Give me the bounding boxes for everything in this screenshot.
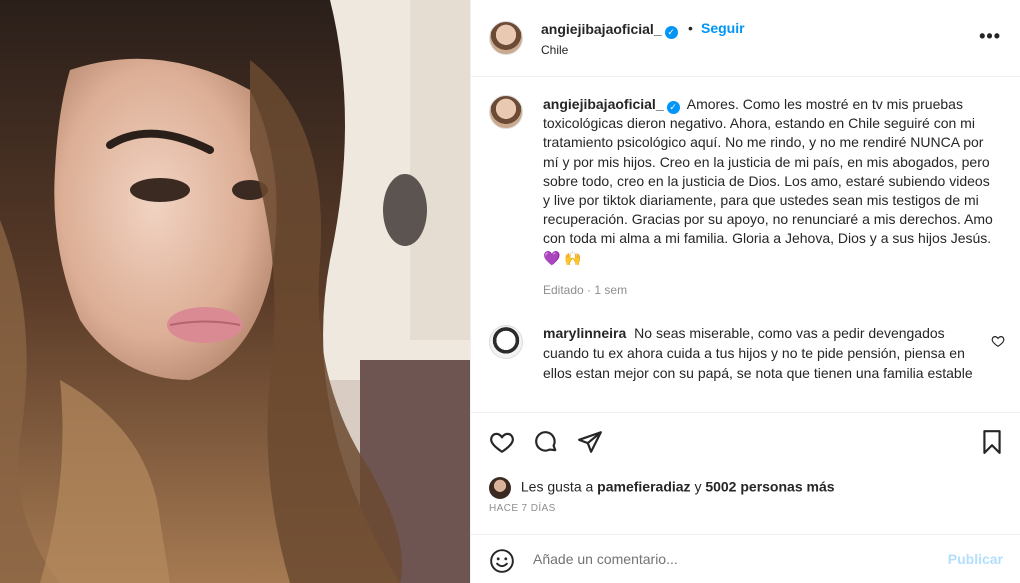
purple-heart-icon: 💜	[543, 249, 561, 266]
comment-like-heart-icon[interactable]	[991, 334, 1005, 348]
caption-age[interactable]: 1 sem	[594, 283, 627, 297]
verified-badge-icon: ✓	[664, 26, 678, 39]
author-username-text[interactable]: angiejibajaoficial_	[541, 21, 662, 37]
post-caption: angiejibajaoficial_ ✓ Amores. Como les mo…	[543, 95, 995, 268]
likes-conj: y	[694, 478, 702, 495]
commenter-avatar[interactable]	[489, 325, 523, 359]
follow-button[interactable]: Seguir	[701, 20, 745, 36]
caption-text: Amores. Como les mostré en tv mis prueba…	[543, 96, 993, 247]
add-comment-input[interactable]	[533, 547, 933, 571]
comment-bubble-icon[interactable]	[533, 429, 559, 455]
caption-meta: Editado · 1 sem	[543, 283, 627, 297]
post-photo[interactable]	[0, 0, 470, 583]
meta-separator: ·	[587, 283, 592, 297]
verified-badge-icon: ✓	[666, 101, 680, 114]
caption-username-text[interactable]: angiejibajaoficial_	[543, 96, 664, 112]
edited-label: Editado	[543, 283, 584, 297]
save-bookmark-icon[interactable]	[979, 429, 1005, 455]
likes-count[interactable]: 5002 personas más	[705, 479, 834, 495]
comment-composer: Publicar	[471, 534, 1020, 583]
caption-username[interactable]: angiejibajaoficial_ ✓	[543, 96, 680, 114]
action-bar	[471, 414, 1020, 468]
publish-button[interactable]: Publicar	[948, 551, 1003, 567]
comments-scroll-area[interactable]: angiejibajaoficial_ ✓ Amores. Como les mo…	[471, 77, 1020, 413]
likes-prefix: Les gusta a	[520, 478, 594, 495]
liker-avatar	[489, 477, 511, 499]
liker-username[interactable]: pamefieradiaz	[597, 479, 690, 495]
author-avatar[interactable]	[489, 21, 523, 55]
likes-summary[interactable]: Les gusta a pamefieradiaz y 5002 persona…	[489, 477, 835, 499]
post-date[interactable]: HACE 7 DÍAS	[489, 503, 556, 514]
share-send-icon[interactable]	[577, 429, 603, 455]
post-details-panel: angiejibajaoficial_ ✓ • Seguir Chile ••• …	[470, 0, 1020, 583]
caption-author-avatar[interactable]	[489, 95, 523, 129]
raised-hands-icon: 🙌	[564, 249, 582, 266]
selfie-illustration	[0, 0, 470, 583]
comment-item: marylinneira No seas miserable, como vas…	[543, 324, 975, 383]
emoji-smile-icon[interactable]	[489, 548, 515, 574]
more-options-icon[interactable]: •••	[979, 26, 1001, 47]
post-header: angiejibajaoficial_ ✓ • Seguir Chile •••	[471, 0, 1020, 77]
author-username[interactable]: angiejibajaoficial_ ✓	[541, 21, 678, 39]
like-heart-icon[interactable]	[489, 429, 515, 455]
separator-dot: •	[688, 20, 693, 36]
post-location[interactable]: Chile	[541, 43, 568, 57]
comment-username[interactable]: marylinneira	[543, 325, 626, 341]
